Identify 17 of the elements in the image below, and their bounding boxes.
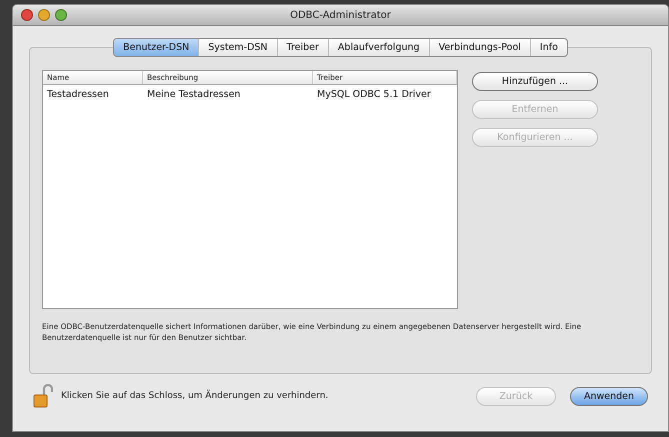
table-cell-text: Testadressen (46, 88, 110, 102)
default-button[interactable]: Anwenden (570, 386, 648, 406)
tab[interactable]: Verbindungs-Pool (430, 39, 531, 56)
lock-hint-text: Klicken Sie auf das Schloss, um Änderungen zu verhindern. (61, 391, 330, 401)
table-cell-text: MySQL ODBC 5.1 Driver (316, 88, 432, 102)
zoom-button[interactable] (55, 9, 67, 21)
window-title: ODBC-Administrator (290, 10, 392, 20)
tab[interactable]: Treiber (278, 39, 329, 56)
tab[interactable]: Ablaufverfolgung (328, 39, 430, 56)
minimize-button[interactable] (38, 9, 50, 21)
tab[interactable]: Benutzer-DSN (114, 39, 200, 56)
action-button[interactable]: Hinzufügen ... (472, 72, 598, 91)
tab[interactable]: System-DSN (199, 39, 278, 56)
unlocked-padlock-icon[interactable] (33, 384, 53, 408)
close-button[interactable] (21, 9, 33, 21)
tab[interactable]: Info (530, 39, 567, 56)
table-cell-text: Meine Testadressen (146, 88, 242, 102)
